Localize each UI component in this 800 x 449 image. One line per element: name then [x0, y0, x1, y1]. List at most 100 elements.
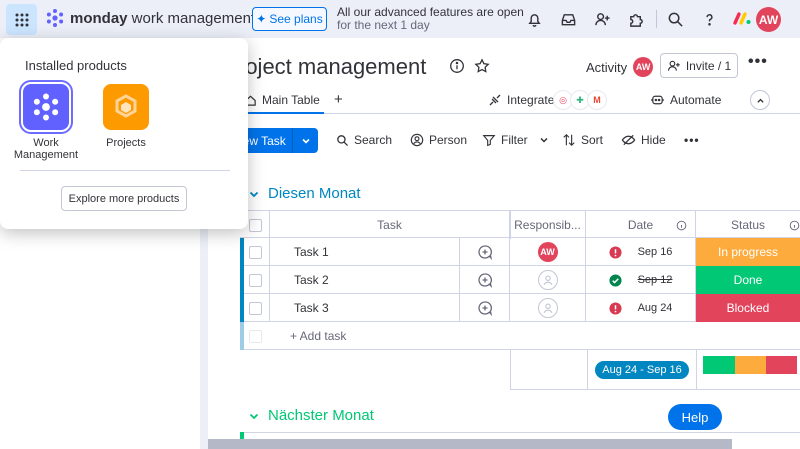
help-icon [705, 13, 713, 25]
overdue-alert-icon [609, 245, 622, 259]
info-icon[interactable] [789, 220, 800, 231]
info-icon[interactable] [449, 58, 465, 74]
topbar-divider [656, 10, 657, 28]
work-management-logo-icon [33, 93, 59, 121]
see-plans-button[interactable]: ✦ See plans [252, 7, 327, 31]
group-title: Nächster Monat [268, 407, 374, 424]
invite-members-button[interactable] [592, 9, 612, 29]
status-cell[interactable]: In progress [696, 238, 800, 266]
status-cell[interactable]: Blocked [696, 294, 800, 322]
chevron-down-icon [301, 138, 310, 144]
status-summary-done[interactable] [703, 356, 735, 374]
task-name[interactable]: Task 2 [270, 266, 460, 294]
automate-button[interactable]: Automate [650, 93, 721, 107]
brand-name: monday work management [70, 9, 256, 27]
add-task-input[interactable]: + Add task [290, 322, 510, 350]
owner-cell[interactable]: AW [510, 238, 586, 266]
status-summary-blocked[interactable] [766, 356, 797, 374]
group-header-next-month[interactable]: Nächster Monat [248, 407, 374, 424]
explore-more-products-button[interactable]: Explore more products [61, 186, 187, 211]
status-cell[interactable]: Done [696, 266, 800, 294]
invite-button[interactable]: Invite / 1 [660, 53, 738, 78]
board-more-menu-icon[interactable]: ••• [748, 53, 768, 71]
view-tabs: Main Table + Integrate ◎ ✚ M Automate [238, 88, 800, 114]
owner-cell[interactable] [510, 266, 586, 294]
product-name: Projects [106, 137, 146, 149]
horizontal-scrollbar[interactable] [208, 439, 732, 449]
row-checkbox[interactable] [249, 302, 262, 315]
person-filter[interactable]: Person [410, 133, 467, 147]
date-value: Sep 12 [637, 274, 673, 286]
column-header-owner[interactable]: Responsib... [510, 211, 586, 239]
row-checkbox [249, 330, 262, 343]
star-icon[interactable] [474, 58, 490, 74]
puzzle-icon [629, 13, 643, 27]
bell-icon [527, 13, 541, 27]
sparkle-icon: ✦ [256, 12, 267, 26]
filter-icon [482, 135, 496, 147]
table-row[interactable]: Task 1 AW Sep 16 In progress [240, 238, 800, 266]
trial-promo: All our advanced features are open for t… [337, 6, 524, 32]
toolbar-more-icon[interactable]: ••• [684, 133, 700, 147]
filter-tool[interactable]: Filter [482, 133, 549, 147]
owner-cell[interactable] [510, 294, 586, 322]
search-button[interactable] [665, 9, 685, 29]
date-header-label: Date [627, 218, 654, 232]
hide-tool[interactable]: Hide [621, 133, 666, 147]
search-tool[interactable]: Search [336, 133, 392, 147]
select-all-checkbox[interactable] [249, 219, 262, 232]
date-cell[interactable]: Aug 24 [586, 294, 696, 322]
inbox-button[interactable] [558, 9, 578, 29]
notifications-button[interactable] [524, 9, 544, 29]
integrate-button[interactable]: Integrate [488, 93, 554, 107]
product-projects[interactable]: Projects [86, 84, 166, 149]
table-row[interactable]: Task 2 Sep 12 Done [240, 266, 800, 294]
new-task-dropdown[interactable] [293, 136, 318, 146]
product-work-management[interactable]: Work Management [6, 80, 86, 161]
row-checkbox-cell [240, 322, 270, 350]
add-update-button[interactable] [460, 238, 510, 266]
hide-tool-label: Hide [641, 133, 666, 147]
info-icon[interactable] [676, 220, 687, 231]
add-task-row[interactable]: + Add task [240, 322, 800, 350]
add-view-button[interactable]: + [334, 91, 343, 108]
add-update-button[interactable] [460, 294, 510, 322]
integration-badges[interactable]: ◎ ✚ M [553, 90, 607, 110]
status-header-label: Status [730, 218, 766, 232]
date-cell[interactable]: Sep 12 [586, 266, 696, 294]
tab-main-table[interactable]: Main Table [244, 93, 320, 107]
task-name[interactable]: Task 3 [270, 294, 460, 322]
add-update-button[interactable] [460, 266, 510, 294]
row-checkbox[interactable] [249, 274, 262, 287]
group-header-this-month[interactable]: Diesen Monat [248, 185, 361, 202]
done-check-icon [609, 273, 622, 287]
invite-label: Invite / 1 [685, 58, 732, 73]
row-checkbox[interactable] [249, 246, 262, 259]
popup-title: Installed products [25, 58, 127, 73]
sort-tool[interactable]: Sort [562, 133, 603, 147]
top-bar: monday work management ✦ See plans All o… [0, 0, 800, 38]
date-cell[interactable]: Sep 16 [586, 238, 696, 266]
help-button-top[interactable] [699, 9, 719, 29]
activity-button[interactable]: Activity AW [586, 57, 654, 77]
board-title[interactable]: roject management [238, 54, 426, 80]
column-header-task[interactable]: Task [270, 211, 510, 239]
apps-grid-button[interactable] [6, 4, 37, 35]
status-summary-in-progress[interactable] [735, 356, 766, 374]
task-name[interactable]: Task 1 [270, 238, 460, 266]
table-row[interactable]: Task 3 Aug 24 Blocked [240, 294, 800, 322]
group-summary: Aug 24 - Sep 16 [510, 350, 800, 390]
integrations-button[interactable] [626, 9, 646, 29]
help-button[interactable]: Help [668, 404, 722, 430]
person-icon [410, 133, 424, 147]
column-header-date[interactable]: Date [586, 211, 696, 239]
date-summary-cell[interactable]: Aug 24 - Sep 16 [587, 350, 697, 390]
column-header-status[interactable]: Status [696, 211, 800, 239]
person-filter-label: Person [429, 133, 468, 147]
collapse-header-button[interactable] [750, 90, 770, 110]
brand[interactable]: monday work management [45, 8, 255, 28]
next-group-table-top [240, 432, 800, 433]
active-tab-indicator [238, 112, 324, 114]
user-avatar[interactable]: AW [756, 7, 781, 32]
sort-tool-label: Sort [581, 133, 604, 147]
